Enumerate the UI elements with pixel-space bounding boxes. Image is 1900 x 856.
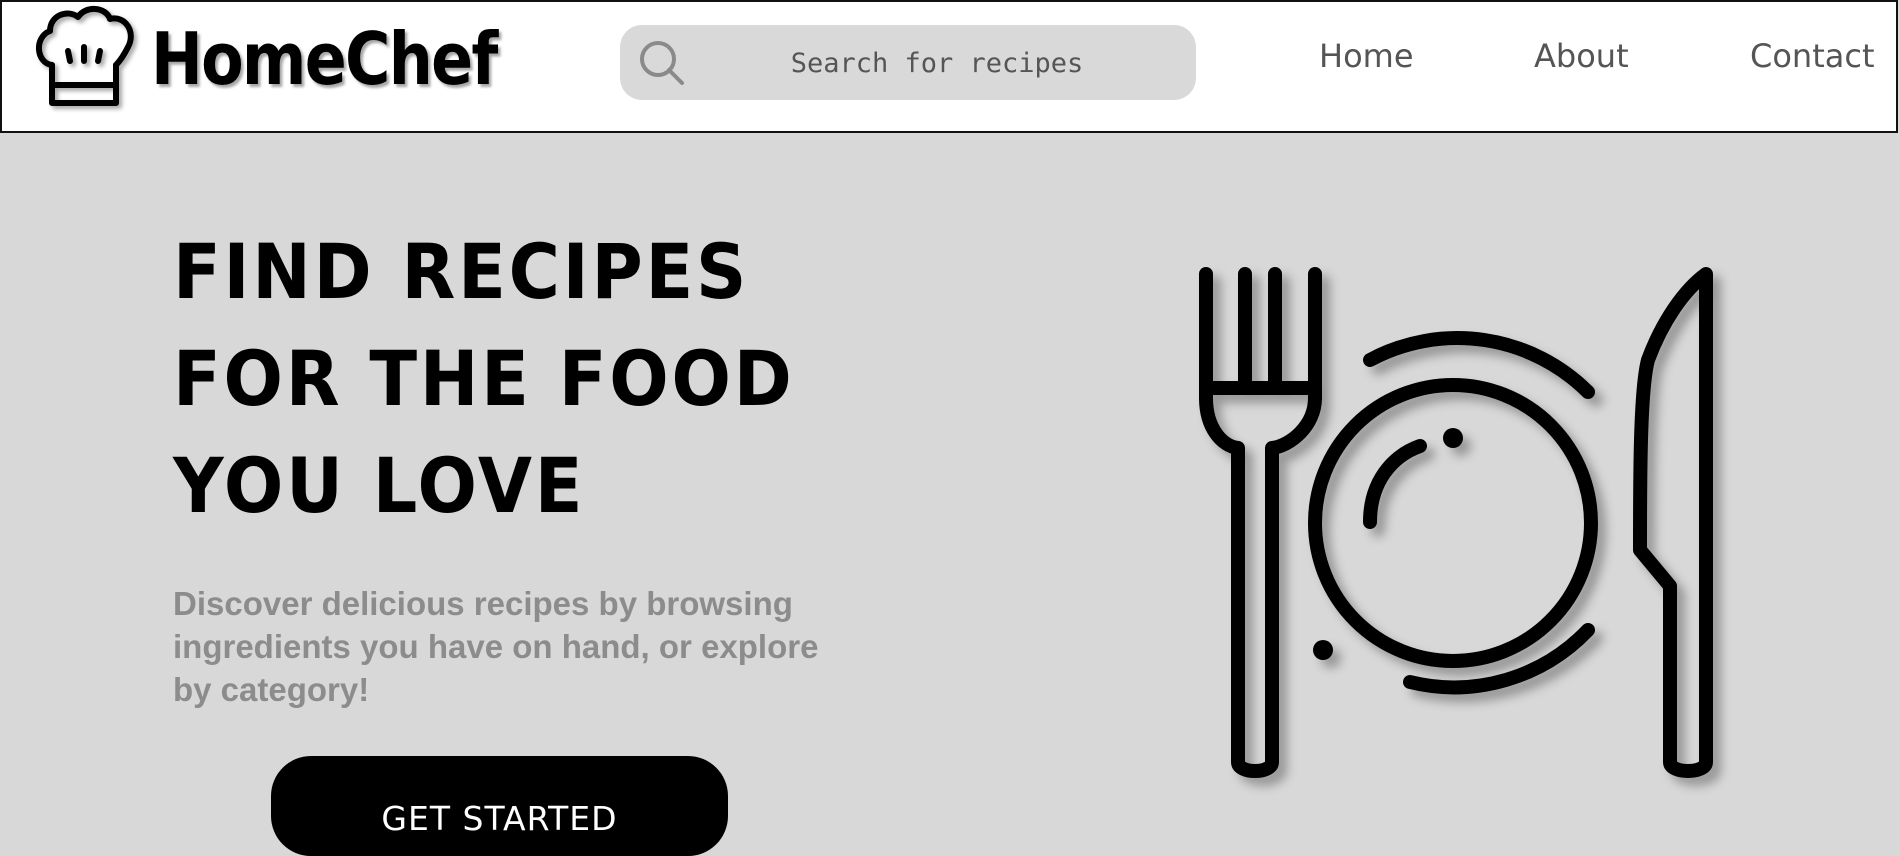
search-bar (620, 25, 1196, 102)
search-input[interactable] (700, 25, 1174, 102)
nav-about[interactable]: About (1534, 40, 1629, 72)
get-started-button[interactable]: GET STARTED (271, 756, 728, 856)
hero-title: FIND RECIPES FOR THE FOOD YOU LOVE (173, 218, 795, 539)
logo[interactable]: HomeChef (32, 4, 553, 114)
site-header: HomeChef Home About Contact (0, 0, 1898, 133)
nav-home[interactable]: Home (1319, 40, 1414, 72)
chef-hat-icon (32, 3, 137, 115)
fork-plate-knife-icon (1170, 250, 1730, 794)
hero-title-line: YOU LOVE (173, 441, 586, 530)
brand-name: HomeChef (151, 17, 498, 101)
hero-title-line: FOR THE FOOD (173, 334, 795, 423)
hero-title-line: FIND RECIPES (173, 227, 750, 316)
nav-contact[interactable]: Contact (1750, 40, 1875, 72)
hero-description: Discover delicious recipes by browsing i… (173, 585, 819, 708)
search-icon[interactable] (638, 39, 686, 91)
